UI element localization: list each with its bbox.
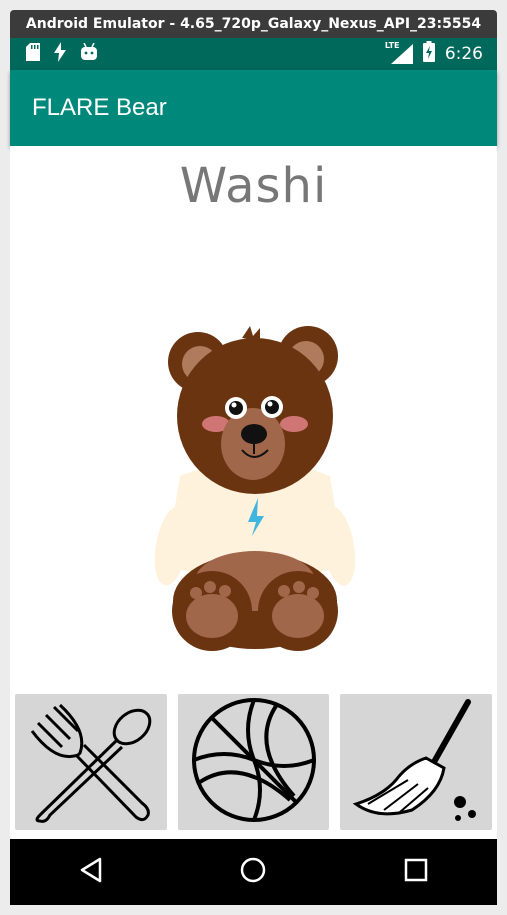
android-icon: [80, 42, 98, 65]
bear-icon: [150, 316, 360, 656]
network-type-label: LTE: [384, 41, 400, 50]
home-icon: [239, 856, 267, 888]
status-bar: LTE 6:26: [10, 38, 497, 70]
battery-icon: [422, 41, 435, 67]
back-button[interactable]: [61, 842, 121, 902]
recents-button[interactable]: [386, 842, 446, 902]
feed-button[interactable]: [15, 694, 167, 830]
home-button[interactable]: [223, 842, 283, 902]
signal-icon: LTE: [385, 41, 413, 64]
app-bar: FLARE Bear: [10, 70, 497, 146]
basketball-icon: [190, 696, 318, 828]
flash-icon: [54, 42, 66, 66]
main-content: Washi: [10, 146, 497, 839]
app-title: FLARE Bear: [32, 94, 167, 121]
sd-card-icon: [26, 43, 40, 65]
play-button[interactable]: [177, 694, 330, 830]
emulator-title: Android Emulator - 4.65_720p_Galaxy_Nexu…: [25, 16, 482, 32]
broom-icon: [348, 696, 484, 828]
status-time: 6:26: [444, 44, 483, 64]
fork-spoon-icon: [26, 697, 156, 827]
recents-icon: [404, 858, 428, 886]
clean-button[interactable]: [340, 694, 493, 830]
bear-name: Washi: [179, 158, 328, 214]
back-icon: [79, 857, 103, 887]
action-buttons: [15, 694, 493, 830]
emulator-title-bar: Android Emulator - 4.65_720p_Galaxy_Nexu…: [10, 10, 497, 38]
navigation-bar: [10, 839, 497, 905]
